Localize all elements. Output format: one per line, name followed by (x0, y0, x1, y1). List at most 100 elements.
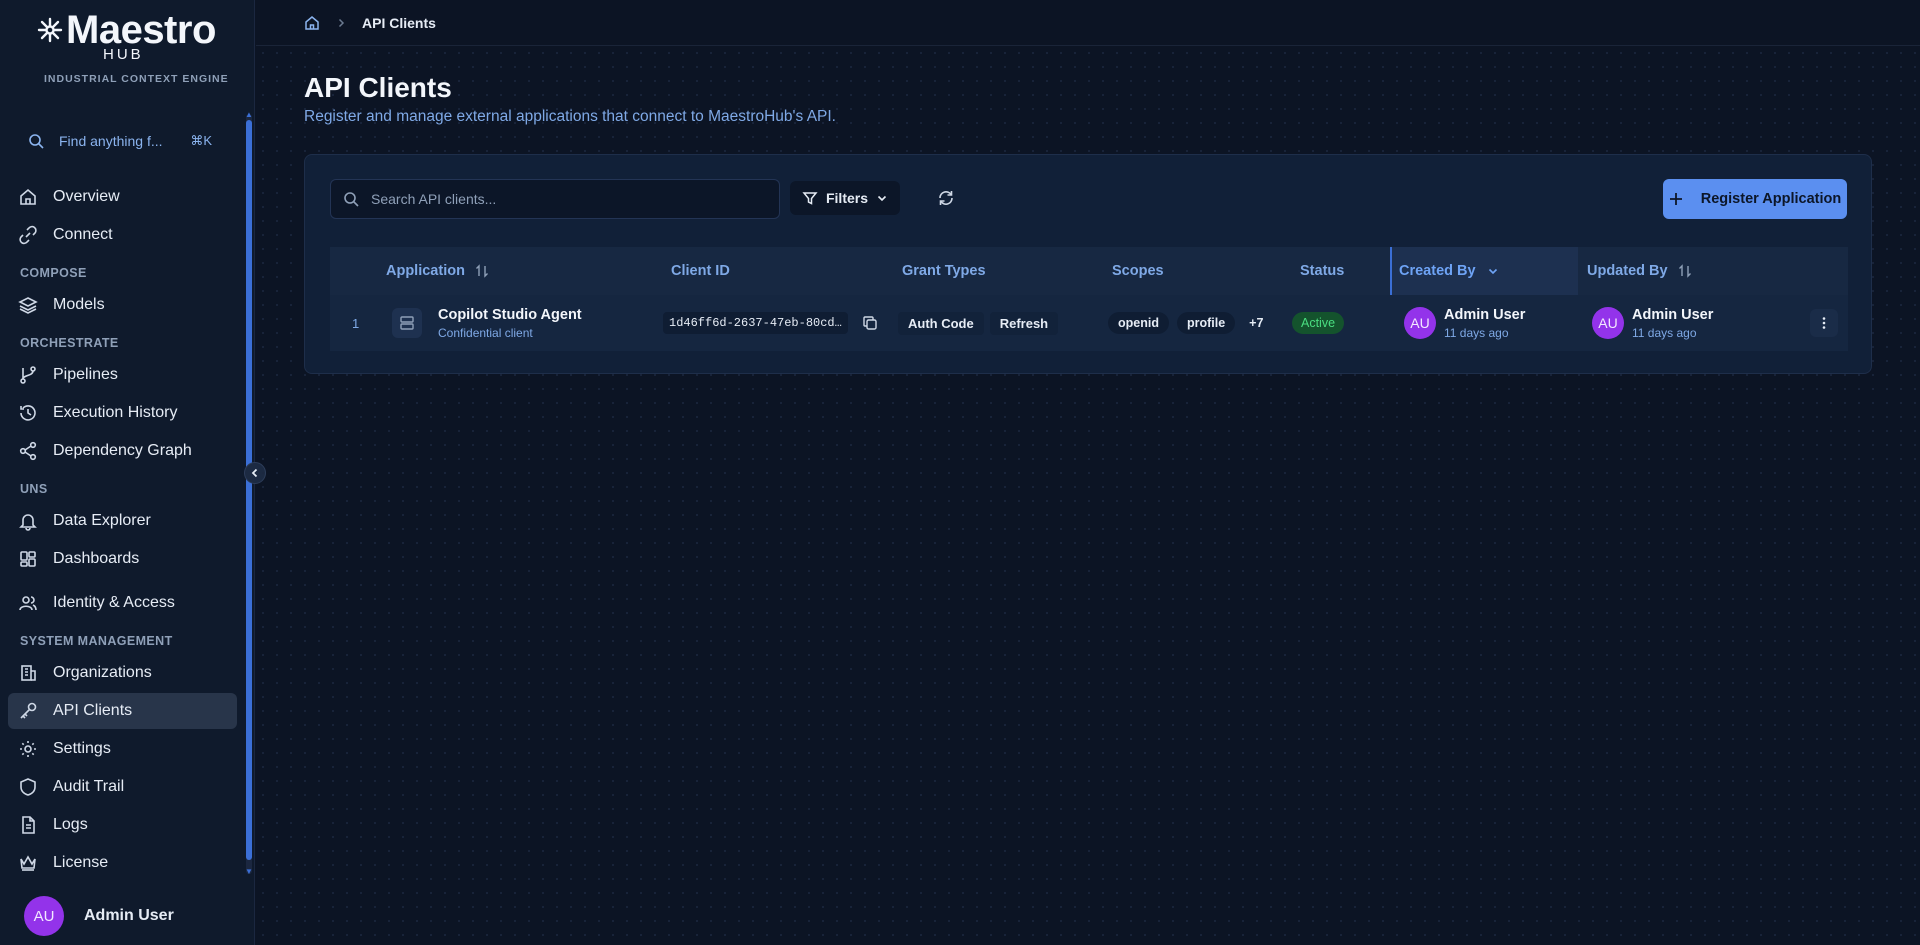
gear-icon (20, 741, 36, 757)
created-time: 11 days ago (1444, 325, 1509, 340)
sort-icon (1678, 264, 1691, 278)
chevron-down-icon (877, 195, 887, 202)
application-name[interactable]: Copilot Studio Agent (438, 307, 582, 323)
grant-badge: Auth Code (898, 311, 984, 335)
column-label: Grant Types (902, 263, 986, 279)
layers-icon (18, 297, 38, 314)
avatar: AU (1592, 307, 1624, 339)
created-by-name: Admin User (1444, 306, 1526, 323)
file-icon (22, 816, 35, 834)
shield-icon (20, 778, 36, 796)
sidebar-scrollbar[interactable] (246, 120, 252, 860)
scopes-more[interactable]: +7 (1249, 316, 1263, 330)
search-icon (29, 134, 44, 149)
search-box[interactable] (330, 179, 780, 219)
sidebar-item-label: Models (53, 296, 105, 313)
cell-scopes: openid profile +7 (1108, 295, 1263, 351)
cell-updated-by: AU Admin User 11 days ago (1592, 295, 1713, 351)
grant-badge: Refresh (989, 311, 1059, 335)
copy-icon[interactable] (862, 315, 878, 331)
sidebar: Maestro HUB INDUSTRIAL CONTEXT ENGINE Fi… (0, 0, 255, 945)
brand-logo[interactable]: Maestro HUB INDUSTRIAL CONTEXT ENGINE (36, 10, 228, 90)
row-actions-button[interactable] (1810, 309, 1838, 337)
table-header: Application Client ID Grant Types Scopes… (330, 247, 1848, 295)
sidebar-item-api-clients[interactable]: API Clients (8, 693, 237, 729)
client-id-value: 1d46ff6d-2637-47eb-80cd… (663, 312, 848, 334)
column-created-by[interactable]: Created By (1390, 247, 1578, 295)
nav-section-compose: COMPOSE (20, 266, 87, 280)
cell-client-id: 1d46ff6d-2637-47eb-80cd… (663, 295, 878, 351)
column-label: Scopes (1112, 263, 1164, 279)
column-grant-types: Grant Types (902, 247, 986, 295)
filters-label: Filters (825, 190, 868, 206)
column-status: Status (1300, 247, 1344, 295)
building-icon (21, 665, 36, 681)
search-input[interactable] (371, 191, 771, 207)
sidebar-item-label: Overview (53, 188, 120, 205)
sidebar-item-models[interactable]: Models (8, 287, 237, 323)
bell-icon (19, 514, 37, 531)
sidebar-item-pipelines[interactable]: Pipelines (8, 357, 237, 393)
more-vertical-icon (1822, 317, 1826, 329)
sidebar-item-label: Execution History (53, 404, 178, 421)
git-branch-icon (20, 366, 36, 384)
sidebar-item-label: Organizations (53, 664, 152, 681)
page-title: API Clients (304, 72, 452, 103)
sidebar-item-label: Pipelines (53, 366, 118, 383)
api-clients-card: Filters Register Application Application… (304, 154, 1872, 374)
sidebar-item-label: Logs (53, 816, 88, 833)
scroll-up-icon[interactable]: ▲ (245, 111, 253, 119)
updated-time: 11 days ago (1632, 325, 1697, 340)
filters-button[interactable]: Filters (790, 181, 900, 215)
search-shortcut: ⌘K (190, 133, 212, 148)
sidebar-user[interactable]: AU Admin User (24, 896, 174, 936)
sidebar-item-label: Settings (53, 740, 111, 757)
sidebar-search[interactable]: Find anything f... ⌘K (14, 124, 222, 158)
table-row[interactable]: 1 Copilot Studio Agent Confidential clie… (330, 295, 1848, 351)
sidebar-item-settings[interactable]: Settings (8, 731, 237, 767)
sidebar-item-dependency-graph[interactable]: Dependency Graph (8, 433, 237, 469)
cell-created-by: AU Admin User 11 days ago (1404, 295, 1525, 351)
home-icon[interactable] (304, 15, 320, 31)
column-label: Client ID (671, 263, 730, 279)
chevron-down-icon (1488, 268, 1497, 275)
user-name: Admin User (84, 907, 174, 924)
sidebar-item-organizations[interactable]: Organizations (8, 655, 237, 691)
breadcrumb-current: API Clients (362, 14, 436, 31)
cell-status: Active (1292, 295, 1345, 351)
row-number-value: 1 (352, 315, 360, 331)
sidebar-item-license[interactable]: License (8, 845, 237, 881)
sidebar-item-data-explorer[interactable]: Data Explorer (8, 503, 237, 539)
home-icon (20, 188, 36, 205)
updated-by-name: Admin User (1632, 306, 1714, 323)
column-updated-by[interactable]: Updated By (1587, 247, 1692, 295)
refresh-icon[interactable] (937, 189, 955, 207)
sidebar-item-identity-access[interactable]: Identity & Access (8, 585, 237, 621)
avatar: AU (1404, 307, 1436, 339)
register-label: Register Application (1700, 191, 1842, 207)
column-label: Status (1300, 263, 1345, 279)
filter-icon (802, 192, 818, 205)
sidebar-item-execution-history[interactable]: Execution History (8, 395, 237, 431)
server-icon (392, 308, 422, 338)
scroll-down-icon[interactable]: ▼ (245, 868, 253, 876)
sidebar-item-overview[interactable]: Overview (8, 179, 237, 215)
sidebar-item-logs[interactable]: Logs (8, 807, 237, 843)
column-application[interactable]: Application (386, 247, 489, 295)
application-type: Confidential client (438, 325, 533, 340)
sort-icon (475, 264, 488, 278)
breadcrumb: API Clients (256, 0, 1920, 46)
sidebar-item-connect[interactable]: Connect (8, 217, 237, 253)
sidebar-item-label: Dependency Graph (53, 442, 192, 459)
share-icon (19, 441, 37, 461)
register-application-button[interactable]: Register Application (1663, 179, 1847, 219)
nav-section-system-management: SYSTEM MANAGEMENT (20, 634, 173, 648)
sidebar-search-placeholder: Find anything f... (59, 133, 163, 149)
sidebar-item-audit-trail[interactable]: Audit Trail (8, 769, 237, 805)
chevron-right-icon (338, 18, 345, 27)
search-icon (344, 192, 359, 207)
sidebar-item-dashboards[interactable]: Dashboards (8, 541, 237, 577)
users-icon (19, 596, 37, 611)
status-badge: Active (1292, 312, 1345, 334)
link-icon (19, 225, 37, 245)
